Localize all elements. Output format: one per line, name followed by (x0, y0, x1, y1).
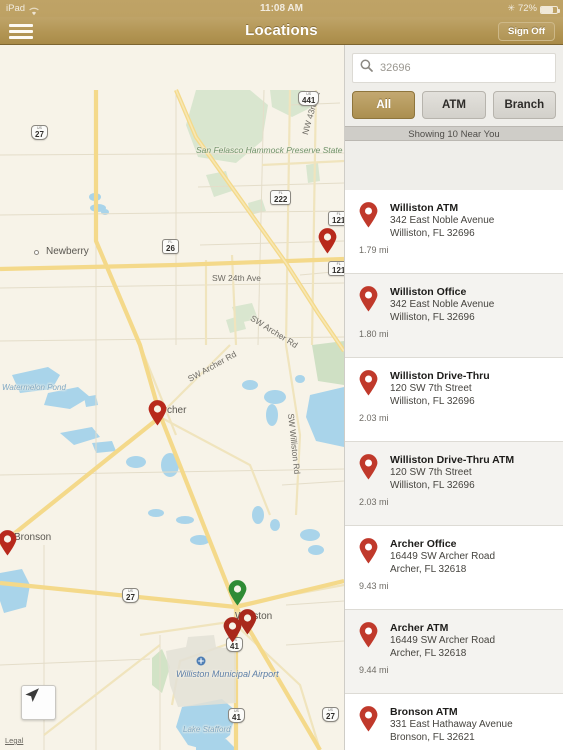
location-distance: 9.43 mi (359, 581, 389, 591)
filter-atm-button[interactable]: ATM (422, 91, 486, 119)
list-item[interactable]: Williston Office 342 East Noble Avenue W… (345, 274, 563, 358)
location-name: Archer ATM (390, 622, 449, 634)
bluetooth-icon: ✳ (507, 3, 515, 13)
map-label-newberry: Newberry (46, 246, 89, 257)
location-city: Williston, FL 32696 (390, 227, 475, 239)
highway-shield-27-north: US 27 (31, 125, 48, 140)
list-item-text: Williston Drive-Thru 120 SW 7th Street W… (390, 370, 557, 408)
location-street: 120 SW 7th Street (390, 383, 472, 394)
battery-icon (540, 5, 560, 14)
map-street-sw-24th-ave: SW 24th Ave (212, 273, 261, 283)
locate-me-button[interactable] (21, 685, 56, 720)
search-container (345, 45, 563, 83)
list-item[interactable]: Bronson ATM 331 East Hathaway Avenue Bro… (345, 694, 563, 750)
location-city: Williston, FL 32696 (390, 395, 475, 407)
list-item-text: Bronson ATM 331 East Hathaway Avenue Bro… (390, 706, 557, 744)
location-name: Bronson ATM (390, 706, 458, 718)
list-item[interactable]: Williston ATM 342 East Noble Avenue Will… (345, 190, 563, 274)
highway-shield-41-south: US 41 (228, 708, 245, 723)
location-street: 120 SW 7th Street (390, 467, 472, 478)
location-name: Williston Drive-Thru ATM (390, 454, 515, 466)
battery-percent: 72% (517, 3, 537, 14)
location-name: Archer Office (390, 538, 457, 550)
location-city: Williston, FL 32696 (390, 479, 475, 491)
map-pin-icon (359, 202, 378, 228)
map-pin-williston-north[interactable] (318, 228, 337, 254)
list-item[interactable]: Williston Drive-Thru ATM 120 SW 7th Stre… (345, 442, 563, 526)
locations-panel: All ATM Branch Showing 10 Near You Willi… (344, 45, 563, 750)
locations-list[interactable]: Williston ATM 342 East Noble Avenue Will… (345, 190, 563, 750)
map-pin-bronson[interactable] (0, 530, 17, 556)
filter-branch-button[interactable]: Branch (492, 91, 556, 119)
list-item[interactable]: Archer Office 16449 SW Archer Road Arche… (345, 526, 563, 610)
location-name: Williston Office (390, 286, 467, 298)
location-city: Archer, FL 32618 (390, 647, 467, 659)
highway-shield-441: US 441 (298, 91, 320, 106)
list-item-text: Williston ATM 342 East Noble Avenue Will… (390, 202, 557, 240)
map-pin-icon (359, 706, 378, 732)
page-title: Locations (245, 22, 318, 39)
locations-screen: iPad 11:08 AM ✳ 72% Locations Sign Off N… (0, 0, 563, 750)
highway-shield-222: FL 222 (270, 190, 292, 205)
navigation-bar: Locations Sign Off (0, 17, 563, 45)
status-bar-clock: 11:08 AM (260, 3, 303, 14)
location-street: 331 East Hathaway Avenue (390, 719, 513, 730)
map-label-watermelon-pond: Watermelon Pond (2, 383, 66, 392)
filter-all-button[interactable]: All (352, 91, 416, 119)
highway-shield-27-east: US 27 (322, 707, 339, 722)
location-city: Williston, FL 32696 (390, 311, 475, 323)
search-icon (360, 59, 373, 77)
location-street: 342 East Noble Avenue (390, 215, 495, 226)
location-name: Williston ATM (390, 202, 459, 214)
status-bar-right: ✳ 72% (507, 0, 560, 17)
map-label-bronson: Bronson (14, 532, 52, 543)
location-city: Bronson, FL 32621 (390, 731, 475, 743)
highway-shield-121-south: FL 121 (328, 261, 344, 276)
map-pin-icon (359, 286, 378, 312)
location-distance: 1.79 mi (359, 245, 389, 255)
map-pin-williston-b[interactable] (238, 609, 257, 635)
list-item[interactable]: Archer ATM 16449 SW Archer Road Archer, … (345, 610, 563, 694)
list-item-text: Archer ATM 16449 SW Archer Road Archer, … (390, 622, 557, 660)
map-label-san-felasco-park: San Felasco Hammock Preserve State Park (196, 145, 344, 156)
results-count-banner: Showing 10 Near You (345, 126, 563, 141)
list-item[interactable]: Williston Drive-Thru 120 SW 7th Street W… (345, 358, 563, 442)
location-distance: 2.03 mi (359, 497, 389, 507)
list-item-text: Archer Office 16449 SW Archer Road Arche… (390, 538, 557, 576)
map-pin-archer[interactable] (148, 400, 167, 426)
map-pin-selected-green[interactable] (228, 580, 247, 606)
map-label-williston-airport: Williston Municipal Airport (176, 669, 279, 679)
search-field[interactable] (352, 53, 556, 83)
list-item-text: Williston Office 342 East Noble Avenue W… (390, 286, 557, 324)
status-bar: iPad 11:08 AM ✳ 72% (0, 0, 563, 17)
location-street: 16449 SW Archer Road (390, 551, 496, 562)
map-pin-icon (359, 454, 378, 480)
map-pin-icon (359, 370, 378, 396)
location-distance: 9.44 mi (359, 665, 389, 675)
highway-shield-121-north: FL 121 (328, 211, 344, 226)
location-distance: 2.03 mi (359, 413, 389, 423)
map-view[interactable]: Newberry Archer Bronson Williston Morris… (0, 45, 344, 750)
sign-off-button[interactable]: Sign Off (498, 22, 555, 41)
highway-shield-27-west: US 27 (122, 588, 139, 603)
list-item-text: Williston Drive-Thru ATM 120 SW 7th Stre… (390, 454, 557, 492)
location-street: 16449 SW Archer Road (390, 635, 496, 646)
map-label-lake-stafford: Lake Stafford (183, 725, 231, 734)
map-city-dot (34, 250, 39, 255)
filter-segmented-control: All ATM Branch (345, 83, 563, 126)
map-pin-icon (359, 538, 378, 564)
highway-shield-26: FL 26 (162, 239, 179, 254)
location-name: Williston Drive-Thru (390, 370, 490, 382)
location-distance: 1.80 mi (359, 329, 389, 339)
map-pin-icon (359, 622, 378, 648)
location-city: Archer, FL 32618 (390, 563, 467, 575)
location-street: 342 East Noble Avenue (390, 299, 495, 310)
legal-link[interactable]: Legal (4, 736, 25, 745)
search-input[interactable] (380, 62, 548, 74)
